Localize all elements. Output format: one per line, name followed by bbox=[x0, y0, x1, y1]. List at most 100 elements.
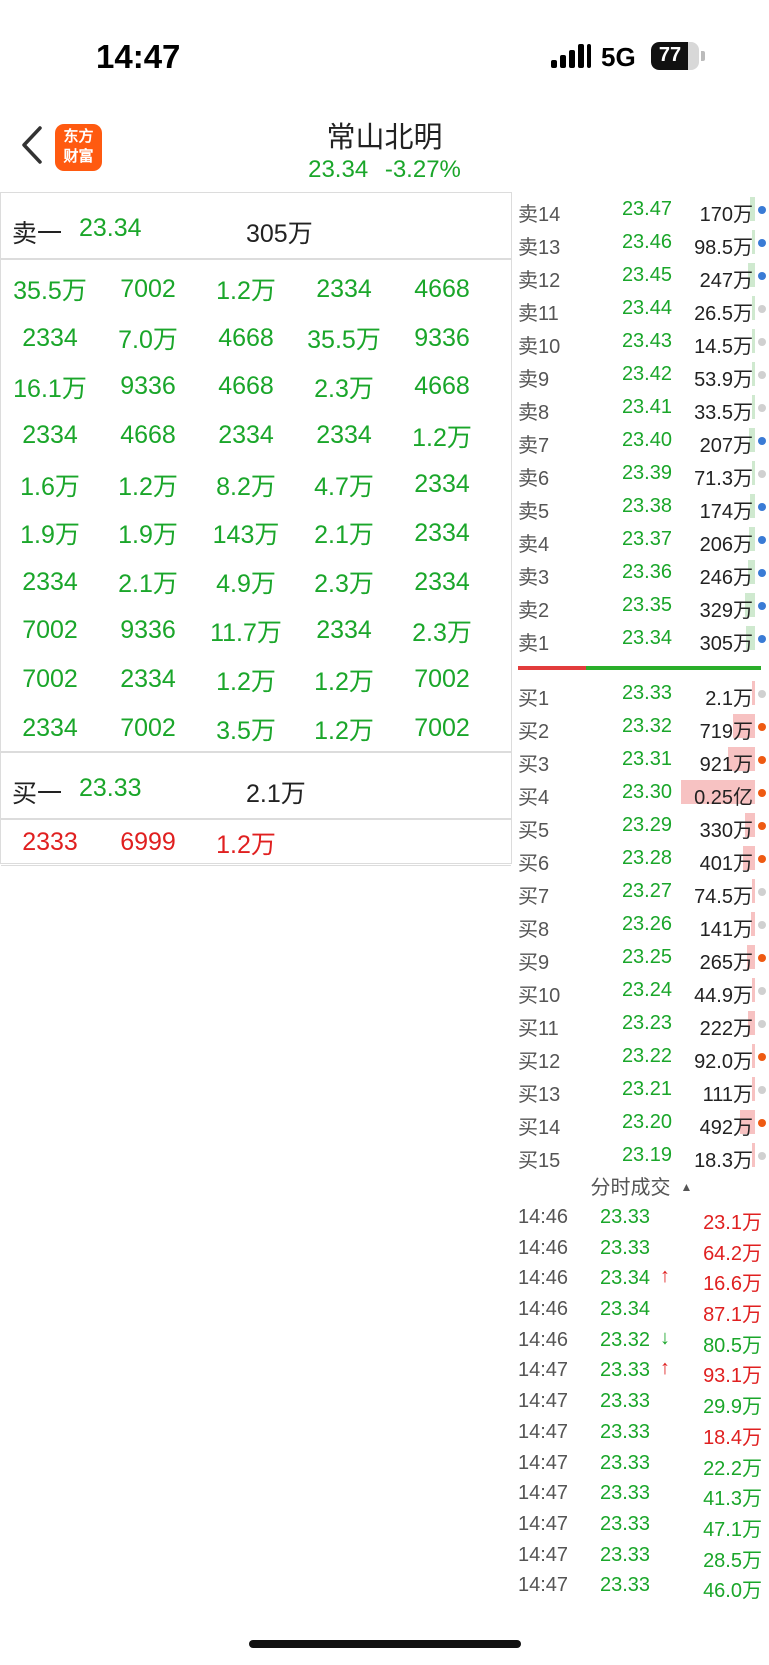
ask-queue-order: 4.7万 bbox=[314, 472, 374, 501]
depth-label: 卖13 bbox=[518, 237, 561, 259]
bid-depth-row[interactable]: 买12 23.22 92.0万 bbox=[514, 1039, 769, 1073]
ask-queue-order: 2334 bbox=[22, 714, 78, 743]
bid-queue-order: 6999 bbox=[120, 828, 176, 856]
bid-depth-row[interactable]: 买11 23.23 222万 bbox=[514, 1006, 769, 1040]
tick-volume: 18.4万 bbox=[703, 1426, 762, 1449]
bid-depth-row[interactable]: 买9 23.25 265万 bbox=[514, 940, 769, 974]
depth-volume: 0.25亿 bbox=[694, 787, 753, 809]
tick-row: 14:47 23.33 22.2万 bbox=[514, 1447, 769, 1480]
bid-depth-row[interactable]: 买1 23.33 2.1万 bbox=[514, 676, 769, 710]
tick-price: 23.34 bbox=[600, 1267, 651, 1290]
depth-label: 卖6 bbox=[518, 468, 550, 490]
ask-depth-row[interactable]: 卖8 23.41 33.5万 bbox=[514, 390, 769, 424]
tick-row: 14:46 23.33 64.2万 bbox=[514, 1232, 769, 1265]
status-bar: 14:47 5G 77 bbox=[0, 0, 769, 110]
depth-label: 卖10 bbox=[518, 336, 561, 358]
ticks-header[interactable]: 分时成交 ▲ bbox=[514, 1171, 769, 1201]
ask-queue-order: 7002 bbox=[22, 616, 78, 645]
battery-icon: 77 bbox=[651, 42, 699, 70]
depth-label: 卖1 bbox=[518, 633, 550, 655]
home-indicator[interactable] bbox=[249, 1640, 521, 1648]
ask-queue-order: 143万 bbox=[212, 521, 280, 550]
ask-queue-order: 1.2万 bbox=[314, 716, 374, 745]
ask-queue-order: 1.6万 bbox=[20, 472, 80, 501]
tick-time: 14:46 bbox=[518, 1328, 569, 1351]
ask-queue-order: 2.1万 bbox=[314, 521, 374, 550]
bid-depth-row[interactable]: 买15 23.19 18.3万 bbox=[514, 1138, 769, 1172]
status-dot-icon bbox=[758, 822, 766, 830]
tick-volume: 47.1万 bbox=[703, 1518, 762, 1541]
ask-depth-row[interactable]: 卖4 23.37 206万 bbox=[514, 522, 769, 556]
ask-depth-row[interactable]: 卖7 23.40 207万 bbox=[514, 423, 769, 457]
bid-depth-row[interactable]: 买3 23.31 921万 bbox=[514, 742, 769, 776]
bid-depth-row[interactable]: 买14 23.20 492万 bbox=[514, 1105, 769, 1139]
ask-queue-order: 2334 bbox=[218, 421, 274, 450]
tick-row: 14:47 23.33 29.9万 bbox=[514, 1385, 769, 1418]
status-dot-icon bbox=[758, 756, 766, 764]
status-dot-icon bbox=[758, 921, 766, 929]
depth-volume: 719万 bbox=[699, 721, 753, 743]
ask-queue-row: 16.1万 9336 4668 2.3万 4668 bbox=[1, 363, 511, 412]
signal-icon bbox=[551, 44, 591, 68]
ask-level-label: 卖一 bbox=[12, 220, 63, 248]
ask-depth-row[interactable]: 卖10 23.43 14.5万 bbox=[514, 324, 769, 358]
depth-volume: 330万 bbox=[699, 820, 753, 842]
depth-label: 买2 bbox=[518, 721, 550, 743]
ask-depth-row[interactable]: 卖1 23.34 305万 bbox=[514, 621, 769, 655]
depth-price: 23.26 bbox=[621, 913, 672, 935]
ask-order-queue: 35.5万 7002 1.2万 2334 4668 2334 7.0万 4668 35.5万 93… bbox=[1, 260, 511, 753]
tick-time: 14:47 bbox=[518, 1482, 569, 1505]
ask-queue-order: 4668 bbox=[218, 323, 274, 352]
ask-depth-row[interactable]: 卖12 23.45 247万 bbox=[514, 258, 769, 292]
ticks-title: 分时成交 bbox=[590, 1177, 671, 1199]
ask-level-1[interactable]: 卖一 23.34 305万 bbox=[1, 193, 511, 260]
tick-price: 23.33 bbox=[600, 1390, 651, 1413]
tick-row: 14:46 23.34 ↑ 16.6万 bbox=[514, 1262, 769, 1295]
depth-price: 23.42 bbox=[621, 363, 672, 385]
tick-time: 14:47 bbox=[518, 1543, 569, 1566]
bid-depth-row[interactable]: 买13 23.21 111万 bbox=[514, 1072, 769, 1106]
bid-depth-row[interactable]: 买7 23.27 74.5万 bbox=[514, 874, 769, 908]
tick-volume: 22.2万 bbox=[703, 1457, 762, 1480]
ask-queue-row: 2334 7.0万 4668 35.5万 9336 bbox=[1, 314, 511, 363]
ask-queue-order: 2334 bbox=[22, 421, 78, 450]
bid-depth-row[interactable]: 买5 23.29 330万 bbox=[514, 808, 769, 842]
depth-price: 23.24 bbox=[621, 979, 672, 1001]
ask-depth-row[interactable]: 卖5 23.38 174万 bbox=[514, 489, 769, 523]
tick-time: 14:47 bbox=[518, 1451, 569, 1474]
depth-label: 卖4 bbox=[518, 534, 550, 556]
bid-depth-row[interactable]: 买2 23.32 719万 bbox=[514, 709, 769, 743]
tick-volume: 64.2万 bbox=[703, 1242, 762, 1265]
ask-depth-row[interactable]: 卖11 23.44 26.5万 bbox=[514, 291, 769, 325]
tick-price: 23.33 bbox=[600, 1359, 651, 1382]
ask-depth-row[interactable]: 卖3 23.36 246万 bbox=[514, 555, 769, 589]
ask-depth-row[interactable]: 卖13 23.46 98.5万 bbox=[514, 225, 769, 259]
status-dot-icon bbox=[758, 272, 766, 280]
tick-time: 14:46 bbox=[518, 1298, 569, 1321]
bid-depth-row[interactable]: 买4 23.30 0.25亿 bbox=[514, 775, 769, 809]
ask-depth-row[interactable]: 卖6 23.39 71.3万 bbox=[514, 456, 769, 490]
ask-depth-row[interactable]: 卖14 23.47 170万 bbox=[514, 192, 769, 226]
ask-queue-order: 2.1万 bbox=[118, 570, 178, 599]
bid-depth-row[interactable]: 买10 23.24 44.9万 bbox=[514, 973, 769, 1007]
depth-volume: 329万 bbox=[699, 600, 753, 622]
tick-time: 14:46 bbox=[518, 1267, 569, 1290]
ask-queue-order: 7002 bbox=[22, 665, 78, 694]
ask-depth-row[interactable]: 卖9 23.42 53.9万 bbox=[514, 357, 769, 391]
ask-queue-order: 7002 bbox=[414, 714, 470, 743]
bid-depth-row[interactable]: 买8 23.26 141万 bbox=[514, 907, 769, 941]
status-dot-icon bbox=[758, 437, 766, 445]
ask-queue-order: 4668 bbox=[218, 372, 274, 401]
ask-depth-row[interactable]: 卖2 23.35 329万 bbox=[514, 588, 769, 622]
ask-queue-order: 7.0万 bbox=[118, 326, 178, 355]
status-dot-icon bbox=[758, 954, 766, 962]
depth-price: 23.25 bbox=[621, 946, 672, 968]
bid-depth-row[interactable]: 买6 23.28 401万 bbox=[514, 841, 769, 875]
depth-label: 卖12 bbox=[518, 270, 561, 292]
depth-label: 卖11 bbox=[518, 303, 559, 325]
depth-price: 23.47 bbox=[621, 198, 672, 220]
bid-level-1[interactable]: 买一 23.33 2.1万 bbox=[1, 753, 511, 820]
depth-volume: 18.3万 bbox=[694, 1150, 753, 1172]
ask-depth-list: 卖14 23.47 170万 卖13 23.46 98.5万 卖12 23.45 247万 卖11… bbox=[514, 192, 769, 655]
battery-level: 77 bbox=[658, 44, 682, 66]
